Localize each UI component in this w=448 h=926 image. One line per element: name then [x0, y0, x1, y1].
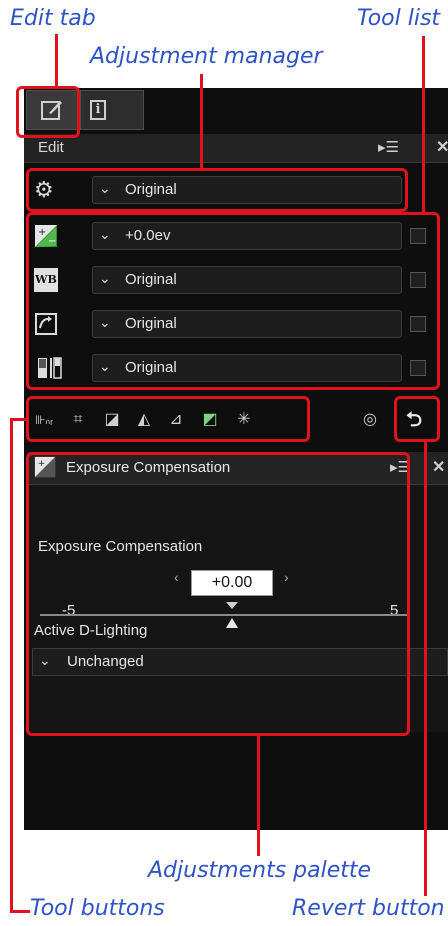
tool-list-leader [422, 36, 425, 214]
palette-close-icon[interactable]: ✕ [432, 457, 445, 477]
close-icon[interactable]: ✕ [436, 137, 448, 157]
edit-tab-leader [55, 34, 58, 88]
adjustment-manager-leader [200, 74, 203, 170]
callout-tool-buttons: Tool buttons [30, 896, 165, 921]
adjustments-palette-leader [257, 736, 260, 856]
tool-buttons-highlight [26, 396, 310, 442]
callout-revert-button: Revert button [292, 896, 445, 921]
callout-adjustment-manager: Adjustment manager [90, 44, 323, 69]
callout-adjustments-palette: Adjustments palette [148, 858, 372, 883]
panel-menu-icon[interactable]: ▸☰ [378, 138, 399, 156]
panel-header-title: Edit [38, 139, 64, 156]
callout-edit-tab: Edit tab [10, 6, 96, 31]
revert-button-highlight [394, 396, 440, 442]
tool-list-highlight [26, 212, 440, 390]
tool-buttons-leader-v [10, 418, 13, 912]
callout-tool-list: Tool list [357, 6, 441, 31]
history-icon[interactable]: ◎ [358, 408, 382, 432]
revert-button-leader [424, 440, 427, 896]
panel-header: Edit ▸☰ ✕ [24, 134, 448, 163]
adjustments-palette-highlight [26, 452, 410, 736]
info-icon: i [90, 100, 106, 120]
tool-buttons-leader-h1 [10, 418, 28, 421]
adjustment-manager-highlight [26, 168, 408, 212]
tab-info[interactable]: i [80, 90, 144, 130]
tool-buttons-leader-h2 [10, 910, 30, 913]
edit-tab-highlight [16, 86, 80, 138]
